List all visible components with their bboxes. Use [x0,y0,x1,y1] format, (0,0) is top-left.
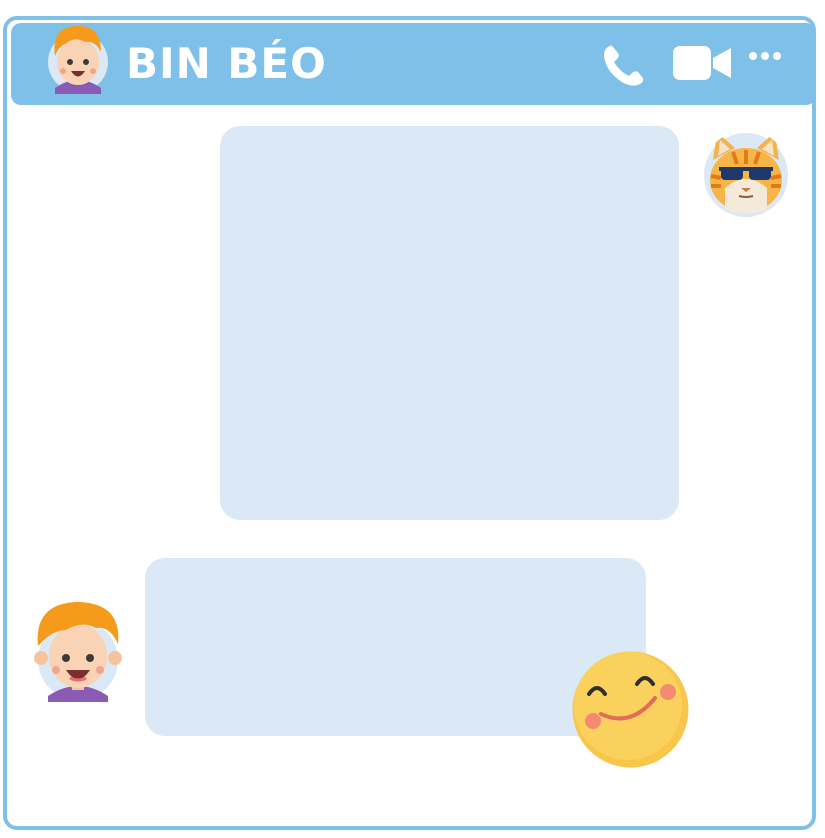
boy-face-icon [48,25,108,94]
video-camera-icon[interactable] [671,44,733,82]
contact-avatar[interactable] [45,18,111,94]
more-dots-icon[interactable] [746,48,784,64]
smiley-icon[interactable] [571,650,690,769]
cat-avatar[interactable] [703,130,789,218]
boy-face-icon [34,602,122,702]
phone-icon[interactable] [600,42,648,88]
contact-avatar-message[interactable] [32,596,124,704]
cool-cat-icon [704,132,788,217]
message-bubble-sent[interactable] [220,126,679,520]
contact-name: BIN BÉO [126,39,327,88]
